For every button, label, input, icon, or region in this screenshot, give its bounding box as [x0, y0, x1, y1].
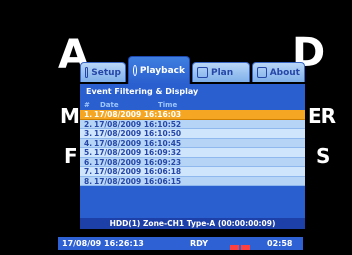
tab-label: Plan	[211, 67, 234, 78]
event-row[interactable]: 7. 17/08/2009 16:06:18	[80, 167, 305, 177]
event-number: 4.	[84, 138, 93, 148]
tab-bar: Setup Playback Plan About	[80, 56, 305, 84]
event-row[interactable]: 1. 17/08/2009 16:16:03	[80, 110, 305, 120]
tab-about[interactable]: About	[252, 62, 305, 82]
info-icon	[257, 67, 267, 78]
column-header-number: #	[84, 101, 90, 109]
event-datetime: 17/08/2009 16:10:52	[94, 119, 182, 129]
column-header-time: Time	[158, 101, 178, 109]
event-list: 1. 17/08/2009 16:16:03 2. 17/08/2009 16:…	[80, 110, 305, 186]
event-datetime: 17/08/2009 16:09:23	[94, 157, 182, 167]
event-datetime: 17/08/2009 16:09:32	[94, 148, 182, 157]
event-row[interactable]: 5. 17/08/2009 16:09:32	[80, 148, 305, 158]
event-number: 7.	[84, 167, 93, 176]
event-row[interactable]: 4. 17/08/2009 16:10:45	[80, 138, 305, 148]
calendar-icon	[197, 67, 208, 78]
column-header-date: Date	[100, 101, 119, 109]
tab-label: Playback	[139, 65, 185, 76]
event-row[interactable]: 3. 17/08/2009 16:10:50	[80, 129, 305, 139]
event-row[interactable]: 2. 17/08/2009 16:10:52	[80, 119, 305, 129]
search-icon	[133, 65, 137, 76]
background-text: ER	[308, 104, 336, 128]
event-datetime: 17/08/2009 16:10:45	[94, 138, 182, 148]
event-number: 2.	[84, 119, 93, 129]
column-header: # Date Time	[80, 101, 305, 110]
event-datetime: 17/08/2009 16:06:18	[94, 167, 182, 176]
event-datetime: 17/08/2009 16:06:15	[94, 176, 182, 186]
event-datetime: 17/08/2009 16:16:03	[94, 110, 182, 119]
section-title: Event Filtering & Display	[86, 87, 199, 96]
background-text: S	[316, 144, 330, 168]
tab-label: Setup	[91, 67, 121, 78]
event-datetime: 17/08/2009 16:10:50	[94, 129, 182, 138]
status-state: RDY	[190, 239, 209, 248]
wrench-icon	[85, 67, 89, 78]
record-indicator-icon	[230, 241, 252, 250]
tab-plan[interactable]: Plan	[192, 62, 250, 82]
status-datetime: 17/08/09 16:26:13	[62, 239, 144, 248]
event-row[interactable]: 6. 17/08/2009 16:09:23	[80, 157, 305, 167]
event-number: 5.	[84, 148, 93, 157]
event-number: 8.	[84, 176, 93, 186]
status-bar: 17/08/09 16:26:13 RDY 02:58	[58, 237, 303, 250]
tab-label: About	[269, 67, 300, 78]
status-clock: 02:58	[267, 239, 293, 248]
event-number: 6.	[84, 157, 93, 167]
tab-playback[interactable]: Playback	[128, 56, 190, 84]
hdd-info: HDD(1) Zone-CH1 Type-A (00:00:00:09)	[80, 218, 305, 229]
tab-setup[interactable]: Setup	[80, 62, 126, 82]
event-list-panel: Event Filtering & Display # Date Time 1.…	[80, 84, 305, 229]
event-row[interactable]: 8. 17/08/2009 16:06:15	[80, 176, 305, 186]
playback-panel: Setup Playback Plan About Event Filterin…	[80, 45, 305, 229]
event-number: 3.	[84, 129, 93, 138]
event-number: 1.	[84, 110, 93, 119]
background-text: F	[64, 144, 78, 168]
